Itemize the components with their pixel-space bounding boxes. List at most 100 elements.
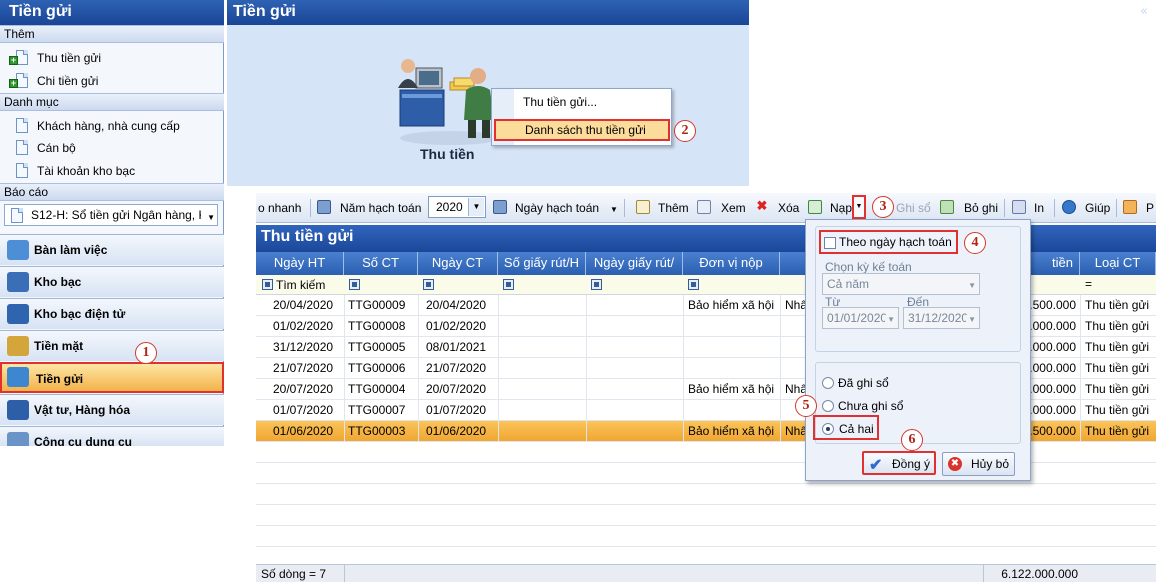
goods-icon [7,400,29,420]
chevron-down-icon: ▼ [968,281,976,290]
module-tien-mat[interactable]: Tiền mặt [0,330,224,361]
col-ngay-giay-rut[interactable]: Ngày giấy rút/ [586,252,683,275]
add-icon [636,200,650,214]
date-filter-button[interactable]: Ngày hạch toán [515,201,599,215]
module-cong-cu[interactable]: Công cụ dụng cụ [0,426,224,446]
radio-selected-icon [822,423,834,435]
treasury-icon [7,272,29,292]
col-so-ct[interactable]: Số CT [344,252,418,275]
menu-item-danh-sach-thu-tien-gui[interactable]: Danh sách thu tiền gửi [494,119,670,141]
desk-icon [7,240,29,260]
unpost-button[interactable]: Bỏ ghi [964,201,998,215]
cell-so-ct: TTG00005 [348,340,406,354]
grid-footer: Số dòng = 7 6.122.000.000 [256,564,1156,582]
print-button[interactable]: In [1034,201,1044,215]
reload-icon [808,200,822,214]
sidebar-item-chi-tien-gui[interactable]: + Chi tiền gửi [0,70,224,92]
add-button[interactable]: Thêm [658,201,689,215]
filter-icon[interactable] [591,279,602,290]
module-vat-tu[interactable]: Vật tư, Hàng hóa [0,394,224,425]
cell-don-vi: Bảo hiểm xã hội [688,424,775,438]
filter-icon[interactable] [349,279,360,290]
col-ngay-ht[interactable]: Ngày HT [256,252,344,275]
filter-icon[interactable] [262,279,273,290]
cell-so-ct: TTG00004 [348,382,406,396]
chevron-down-icon[interactable]: ▼ [468,198,484,216]
empty-row [256,505,1156,526]
cell-so-ct: TTG00008 [348,319,406,333]
col-don-vi-nop[interactable]: Đơn vị nộp [683,252,780,275]
chevron-down-icon: ▼ [966,315,976,324]
to-date-input[interactable]: 31/12/2020 ▼ [903,307,980,329]
empty-row [256,484,1156,505]
report-icon [11,208,23,223]
filter-eq[interactable]: = [1085,277,1092,291]
module-tien-gui[interactable]: Tiền gửi [0,362,224,393]
radio-unposted[interactable]: Chưa ghi sổ [822,399,903,413]
empty-row [256,526,1156,547]
step-badge-4: 4 [964,232,986,254]
checkbox-icon[interactable] [824,237,836,249]
col-so-tien[interactable]: tiền [1024,252,1080,275]
from-date-input[interactable]: 01/01/2020 ▼ [822,307,899,329]
step-badge-5: 5 [795,395,817,417]
checkmark-icon: ✔ [869,457,883,474]
chevron-down-icon[interactable]: ▼ [610,205,618,214]
load-dropdown-button[interactable]: ▼ [852,195,866,219]
cell-ngay-ct: 08/01/2021 [426,340,487,354]
row-count: Số dòng = 7 [261,567,327,581]
sidebar-item-tai-khoan[interactable]: Tài khoản kho bạc [0,160,224,182]
delete-button[interactable]: Xóa [778,201,799,215]
chevron-down-icon[interactable]: ▼ [207,213,215,222]
quick-search-button[interactable]: o nhanh [258,201,301,215]
cell-ngay-ct: 21/07/2020 [426,361,487,375]
filter-search-input[interactable]: Tìm kiếm [276,278,325,292]
cell-don-vi: Bảo hiểm xã hội [688,382,775,396]
cell-ngay-ht: 21/07/2020 [273,361,334,375]
module-kho-bac[interactable]: Kho bạc [0,266,224,297]
sidebar-item-thu-tien-gui[interactable]: + Thu tiền gửi [0,47,224,69]
add-icon: + [9,55,18,65]
step-badge-6: 6 [901,429,923,451]
module-kho-bac-dien-tu[interactable]: Kho bạc điện tử [0,298,224,329]
sidebar-title: Tiền gửi [0,0,224,25]
extra-button[interactable]: P [1146,201,1154,215]
cancel-icon: ✖ [948,457,962,471]
period-select[interactable]: Cả năm ▼ [822,273,980,295]
sidebar-item-khach-hang[interactable]: Khách hàng, nhà cung cấp [0,115,224,137]
by-posting-date-checkbox[interactable]: Theo ngày hạch toán [819,230,958,254]
page-title: Tiền gửi [227,0,749,25]
module-ban-lam-viec[interactable]: Bàn làm việc [0,234,224,265]
collapse-icon[interactable]: « [1140,4,1148,19]
step-badge-3: 3 [872,196,894,218]
cell-loai: Thu tiền gửi [1085,298,1150,312]
cashier-illustration-icon[interactable] [394,50,504,146]
report-select[interactable]: S12-H: Sổ tiền gửi Ngân hàng, Kho bạc ▼ [4,204,218,226]
ok-button[interactable]: ✔ Đồng ý [862,451,936,475]
filter-icon[interactable] [503,279,514,290]
cell-ngay-ct: 01/07/2020 [426,403,487,417]
filter-icon[interactable] [688,279,699,290]
megaphone-icon [1123,200,1137,214]
radio-posted[interactable]: Đã ghi sổ [822,376,889,390]
step-badge-2: 2 [674,120,696,142]
radio-both[interactable]: Cả hai [813,415,879,440]
sidebar-item-can-bo[interactable]: Cán bộ [0,137,224,159]
post-button[interactable]: Ghi sổ [896,201,931,215]
help-button[interactable]: Giúp [1085,201,1110,215]
filter-icon[interactable] [423,279,434,290]
col-so-giay-rut[interactable]: Số giấy rút/H [498,252,586,275]
cell-so-ct: TTG00009 [348,298,406,312]
tools-icon [7,432,29,446]
load-button[interactable]: Nạp [830,201,852,215]
cell-col7: Nhâ [785,298,808,312]
col-ngay-ct[interactable]: Ngày CT [418,252,498,275]
deposit-icon [7,367,29,387]
view-button[interactable]: Xem [721,201,746,215]
cell-ngay-ht: 01/02/2020 [273,319,334,333]
cancel-button[interactable]: ✖ Hủy bỏ [942,452,1015,476]
menu-item-thu-tien-gui[interactable]: Thu tiền gửi... [523,95,597,109]
year-select[interactable]: 2020 ▼ [428,196,486,218]
cell-loai: Thu tiền gửi [1085,319,1150,333]
col-loai-ct[interactable]: Loại CT [1080,252,1156,275]
